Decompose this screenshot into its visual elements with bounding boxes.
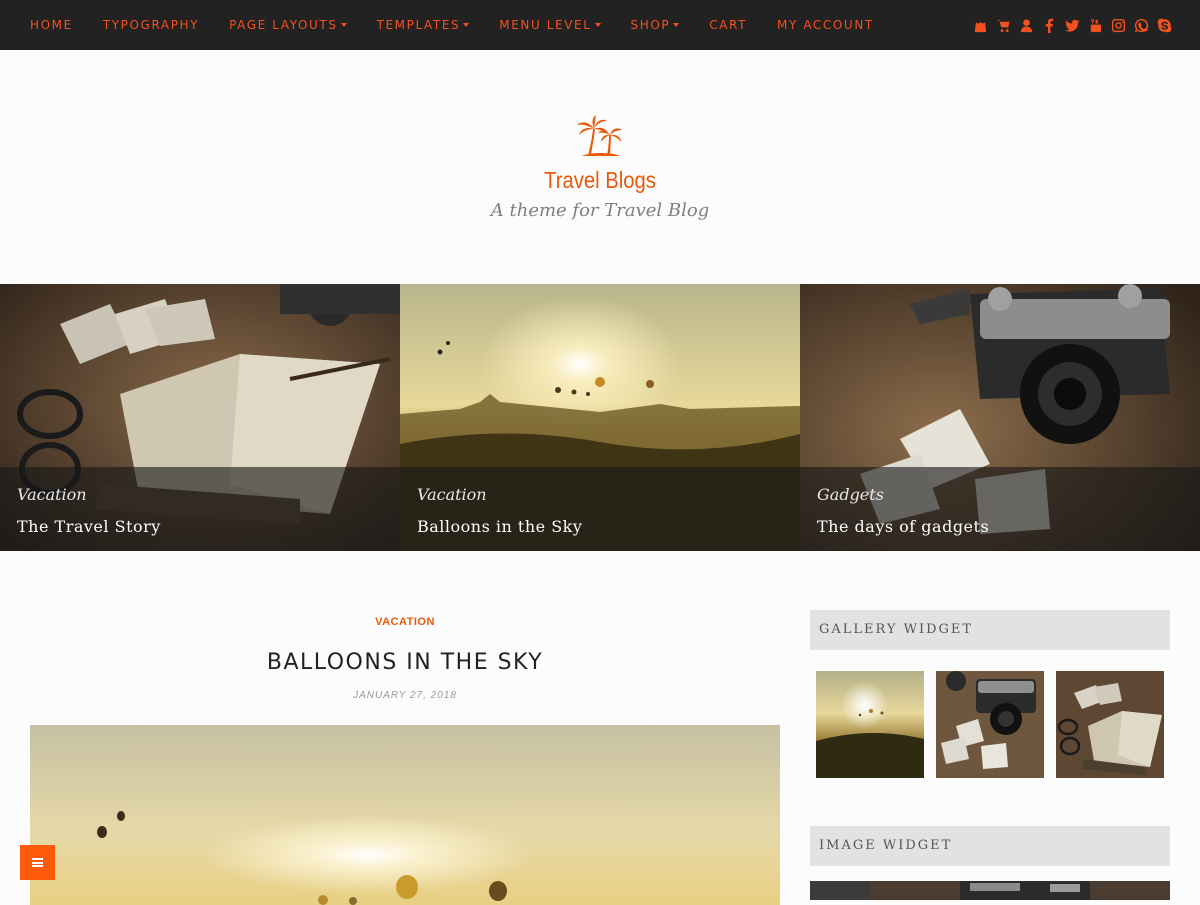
image-widget-camera [810,881,1170,900]
cart-icon[interactable] [995,17,1011,33]
featured-slide-gadgets[interactable]: Gadgets The days of gadgets [800,284,1200,551]
menu-item-my-account[interactable]: MY ACCOUNT [777,18,874,32]
gallery-image-notebook [1056,671,1164,778]
shopping-bag-icon[interactable] [972,17,988,33]
gallery-thumb-balloons[interactable] [816,671,924,778]
menu-item-page-layouts[interactable]: PAGE LAYOUTS [229,18,347,32]
balloons-image [30,725,780,905]
menu-item-menu-level[interactable]: MENU LEVEL [499,18,601,32]
menu-item-shop[interactable]: SHOP [631,18,680,32]
gallery-widget-title: GALLERY WIDGET [810,610,1170,650]
gallery-thumb-camera[interactable] [936,671,1044,778]
main-menu: HOME TYPOGRAPHY PAGE LAYOUTS TEMPLATES M… [30,0,904,50]
menu-item-templates[interactable]: TEMPLATES [377,18,470,32]
skype-icon[interactable] [1156,17,1172,33]
slide-title[interactable]: Balloons in the Sky [417,517,582,536]
menu-item-cart[interactable]: CART [709,18,747,32]
site-header: Travel Blogs A theme for Travel Blog [0,50,1200,284]
post-category[interactable]: VACATION [30,616,780,628]
facebook-icon[interactable] [1041,17,1057,33]
hamburger-icon[interactable] [20,845,55,880]
whatsapp-icon[interactable] [1133,17,1149,33]
slide-category[interactable]: Gadgets [817,485,884,504]
caret-down-icon [340,23,347,27]
slide-category[interactable]: Vacation [417,485,487,504]
featured-slide-balloons[interactable]: Vacation Balloons in the Sky [400,284,800,551]
slide-title[interactable]: The Travel Story [17,517,161,536]
caret-down-icon [463,23,470,27]
featured-slide-travel-story[interactable]: Vacation The Travel Story [0,284,400,551]
social-icons [965,0,1172,50]
image-widget-title: IMAGE WIDGET [810,826,1170,866]
site-tagline: A theme for Travel Blog [490,200,710,221]
post-featured-image[interactable] [30,725,780,905]
slide-title[interactable]: The days of gadgets [817,517,989,536]
gallery-image-camera [936,671,1044,778]
caret-down-icon [594,23,601,27]
slide-caption: Vacation The Travel Story [0,467,400,551]
featured-slider: Vacation The Travel Story Vacation Ballo… [0,284,1200,551]
slide-caption: Vacation Balloons in the Sky [400,467,800,551]
post-date: JANUARY 27, 2018 [353,690,457,701]
post-title[interactable]: BALLOONS IN THE SKY [30,650,780,675]
youtube-icon[interactable] [1087,17,1103,33]
gallery-image-balloons [816,671,924,778]
twitter-icon[interactable] [1064,17,1080,33]
slide-category[interactable]: Vacation [17,485,87,504]
menu-item-home[interactable]: HOME [30,18,73,32]
hamburger-lines [32,857,43,869]
user-icon[interactable] [1018,17,1034,33]
menu-item-typography[interactable]: TYPOGRAPHY [103,18,199,32]
site-title[interactable]: Travel Blogs [72,167,1128,194]
caret-down-icon [673,23,680,27]
gallery-thumb-notebook[interactable] [1056,671,1164,778]
slide-caption: Gadgets The days of gadgets [800,467,1200,551]
top-navigation-bar: HOME TYPOGRAPHY PAGE LAYOUTS TEMPLATES M… [0,0,1200,50]
image-widget-picture[interactable] [810,881,1170,900]
instagram-icon[interactable] [1110,17,1126,33]
palm-trees-icon[interactable] [574,115,626,160]
